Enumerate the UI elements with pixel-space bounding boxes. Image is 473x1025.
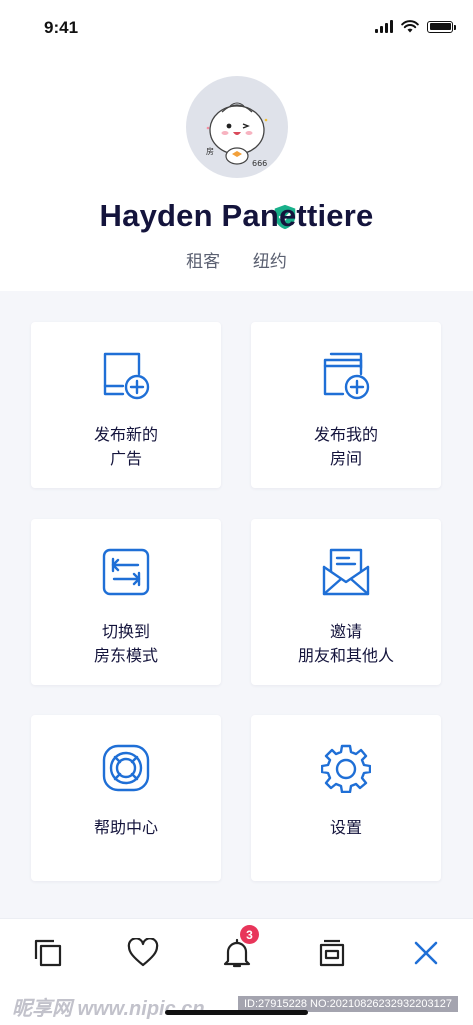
status-bar: 9:41 bbox=[0, 0, 473, 56]
new-ad-icon bbox=[103, 352, 150, 400]
invite-mail-icon bbox=[322, 548, 370, 596]
tab-archive[interactable] bbox=[312, 933, 352, 973]
svg-text:房: 房 bbox=[206, 146, 214, 156]
settings-gear-icon bbox=[321, 744, 371, 793]
card-publish-room[interactable]: 发布我的 房间 bbox=[251, 322, 441, 488]
watermark: 昵享网 www.nipic.cn ID:27915228 NO:20210826… bbox=[0, 990, 473, 1024]
tab-notifications[interactable]: 3 bbox=[217, 925, 259, 973]
avatar-bun-illustration: 房 666 bbox=[206, 102, 268, 168]
status-icons bbox=[375, 20, 456, 33]
wifi-icon bbox=[401, 20, 419, 33]
profile-role: 租客 bbox=[186, 252, 221, 271]
card-settings[interactable]: 设置 bbox=[251, 715, 441, 881]
tab-close[interactable] bbox=[406, 933, 446, 973]
watermark-site: 昵享网 www.nipic.cn bbox=[12, 998, 205, 1020]
switch-mode-icon bbox=[102, 548, 150, 596]
publish-room-icon bbox=[323, 352, 370, 400]
card-help-center[interactable]: 帮助中心 bbox=[31, 715, 221, 881]
tab-copy[interactable] bbox=[28, 933, 68, 973]
heart-icon bbox=[127, 938, 159, 967]
card-switch-landlord-mode[interactable]: 切换到 房东模式 bbox=[31, 519, 221, 685]
profile-name: Hayden Panettiere bbox=[99, 198, 374, 233]
card-label: 帮助中心 bbox=[93, 820, 158, 837]
status-time: 9:41 bbox=[44, 18, 79, 37]
tab-favorites[interactable] bbox=[123, 933, 163, 973]
card-label: 发布我的 房间 bbox=[313, 427, 378, 468]
help-lifebuoy-icon bbox=[102, 744, 150, 792]
home-indicator bbox=[165, 1010, 308, 1015]
profile-city: 纽约 bbox=[252, 252, 287, 271]
card-label: 切换到 房东模式 bbox=[93, 624, 158, 665]
cellular-signal-icon bbox=[375, 20, 393, 33]
card-label: 邀请 朋友和其他人 bbox=[297, 624, 394, 665]
card-label: 发布新的 广告 bbox=[93, 427, 158, 468]
copy-icon bbox=[34, 939, 62, 967]
avatar[interactable]: 房 666 bbox=[186, 76, 288, 178]
card-invite-friends[interactable]: 邀请 朋友和其他人 bbox=[251, 519, 441, 685]
card-post-new-ad[interactable]: 发布新的 广告 bbox=[31, 322, 221, 488]
actions-grid: 发布新的 广告 发布我的 房间 切换到 房东模式 邀请 朋友和其他人 帮助中心 … bbox=[0, 291, 473, 918]
close-icon bbox=[414, 941, 438, 965]
card-label: 设置 bbox=[329, 820, 362, 837]
battery-icon bbox=[427, 20, 456, 33]
svg-text:666: 666 bbox=[252, 159, 267, 168]
archive-icon bbox=[319, 939, 345, 967]
notification-badge: 3 bbox=[240, 925, 259, 944]
profile-meta: 租客 纽约 bbox=[0, 247, 473, 272]
profile-header: 房 666 Hayden Panettiere 租客 纽约 bbox=[0, 56, 473, 291]
